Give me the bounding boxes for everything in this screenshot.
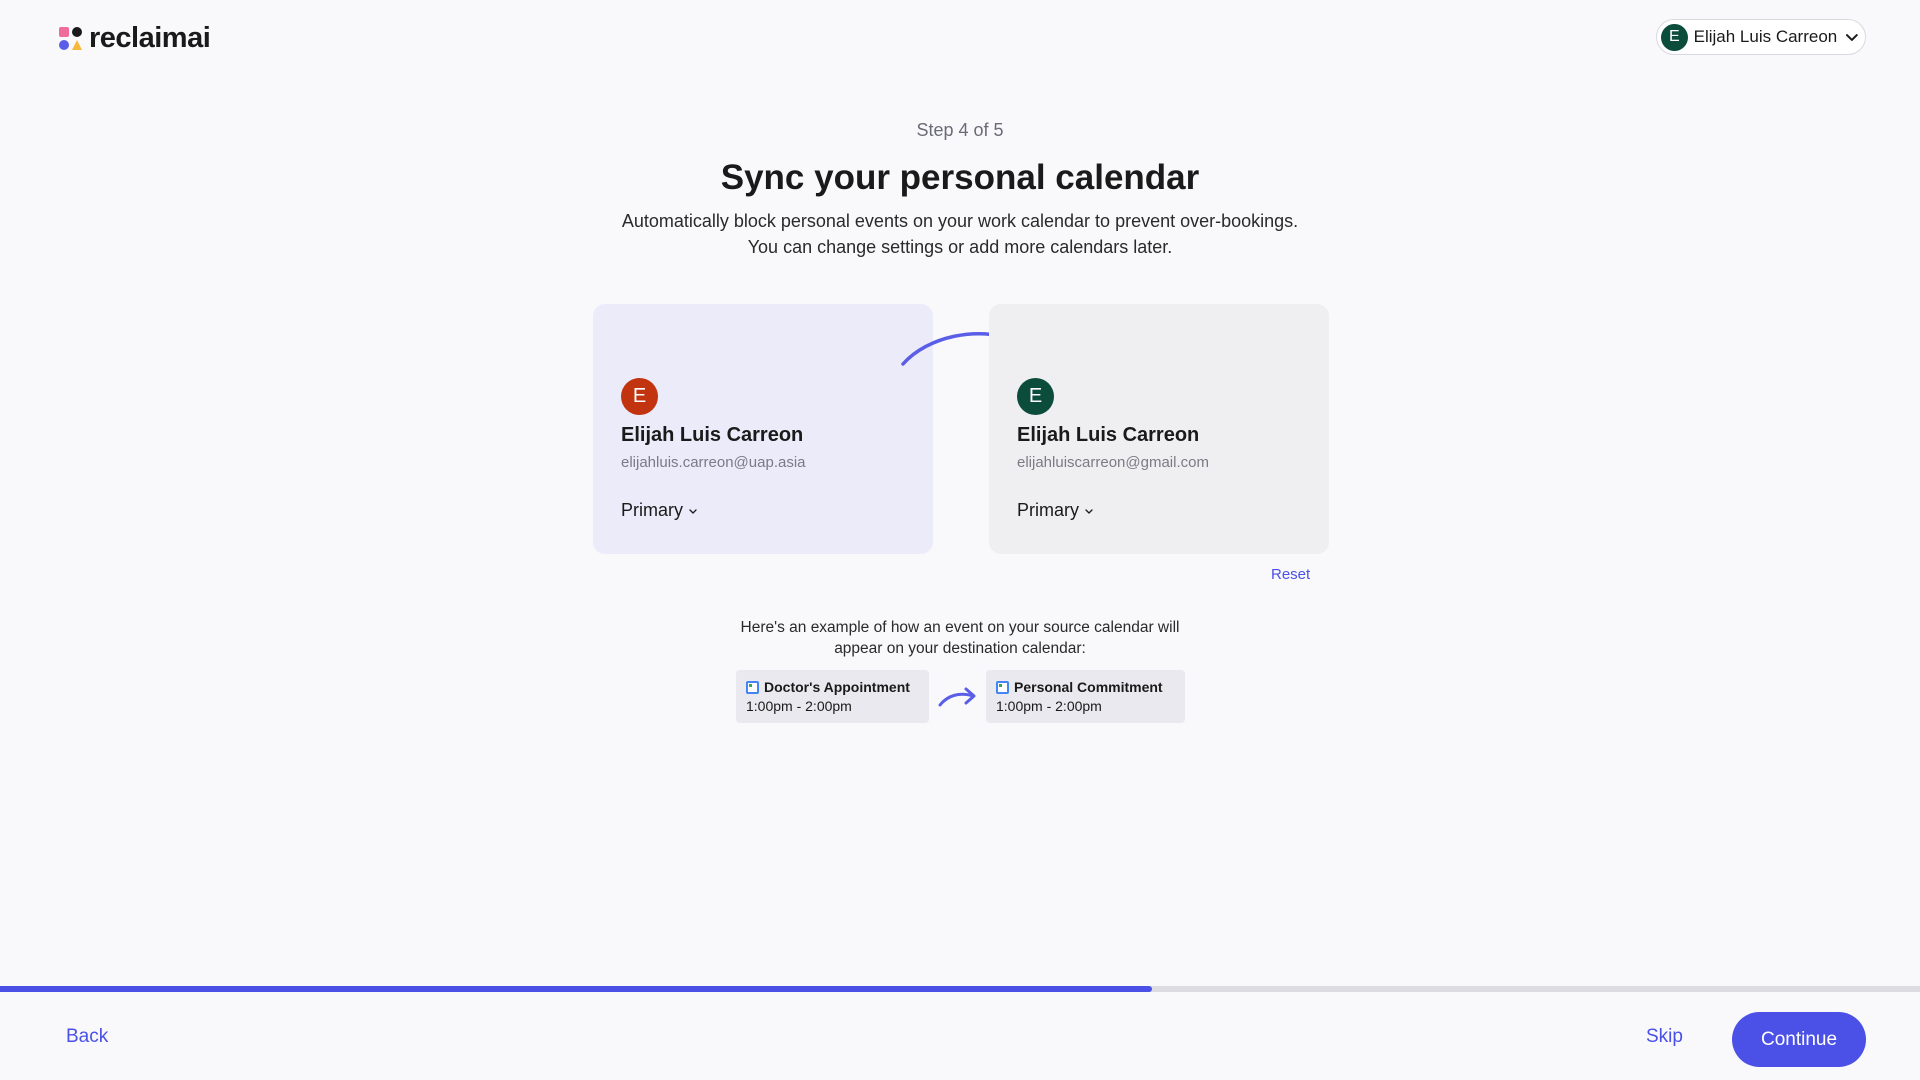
destination-calendar-select[interactable]: Primary [1017,500,1301,521]
chevron-down-icon [1846,34,1859,41]
google-calendar-icon [996,680,1009,694]
page-title: Sync your personal calendar [720,158,1200,197]
example-description: Here's an example of how an event on you… [740,619,1180,657]
skip-button[interactable]: Skip [1646,1026,1683,1048]
destination-avatar: E [1017,378,1054,415]
onboarding-page: reclaimai E Elijah Luis Carreon Step 4 o… [0,0,1920,1080]
continue-button[interactable]: Continue [1732,1012,1866,1067]
chevron-down-icon [1085,508,1093,514]
reclaim-logo-icon [59,26,83,51]
destination-event-time: 1:00pm - 2:00pm [996,698,1102,714]
back-button[interactable]: Back [66,1026,108,1048]
source-account-email: elijahluis.carreon@uap.asia [621,454,806,471]
destination-account-email: elijahluiscarreon@gmail.com [1017,454,1209,471]
destination-calendar-value: Primary [1017,500,1079,520]
source-avatar: E [621,378,658,415]
source-event-title: Doctor's Appointment [764,679,910,695]
source-account-name: Elijah Luis Carreon [621,424,804,446]
page-subtitle: Automatically block personal events on y… [621,211,1299,257]
destination-event-title: Personal Commitment [1014,679,1163,695]
source-calendar-select[interactable]: Primary [621,500,905,521]
sync-arrow-small-icon [938,687,976,707]
step-indicator: Step 4 of 5 [916,120,1004,140]
source-event-time: 1:00pm - 2:00pm [746,698,852,714]
avatar: E [1661,23,1688,51]
reset-link[interactable]: Reset [1271,566,1310,583]
destination-account-name: Elijah Luis Carreon [1017,424,1200,446]
destination-calendar-card: E Elijah Luis Carreon elijahluiscarreon@… [989,304,1329,554]
onboarding-progress-bar [0,986,1920,992]
brand-name: reclaimai [89,22,211,54]
chevron-down-icon [689,508,697,514]
source-event-preview: Doctor's Appointment 1:00pm - 2:00pm [736,670,929,723]
onboarding-progress-fill [0,986,1152,992]
source-calendar-card: E Elijah Luis Carreon elijahluis.carreon… [593,304,933,554]
reclaim-logo: reclaimai [59,22,211,55]
account-name: Elijah Luis Carreon [1693,27,1838,46]
destination-event-preview: Personal Commitment 1:00pm - 2:00pm [986,670,1185,723]
google-calendar-icon [746,680,759,694]
source-calendar-value: Primary [621,500,683,520]
account-menu-button[interactable]: E Elijah Luis Carreon [1656,19,1866,55]
